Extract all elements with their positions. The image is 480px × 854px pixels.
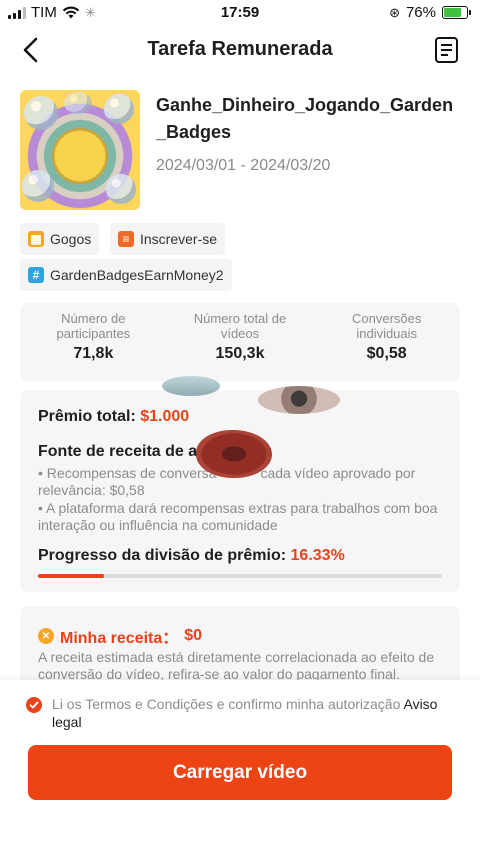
campaign-dates: 2024/03/01 - 2024/03/20 xyxy=(156,157,331,174)
prize-total-value: $1.000 xyxy=(140,408,190,425)
eye-sticker-left xyxy=(162,376,220,396)
progress-title: Progresso da divisão de prêmio: 16.33% xyxy=(38,547,345,565)
document-icon xyxy=(435,37,458,63)
prize-total: Prêmio total: $1.000 xyxy=(38,408,189,426)
prize-total-label: Prêmio total: xyxy=(38,408,136,425)
document-button[interactable] xyxy=(434,36,460,64)
orientation-lock-icon: ⊛ xyxy=(389,4,400,20)
checkbox-checked-icon[interactable] xyxy=(26,697,42,713)
page-title: Tarefa Remunerada xyxy=(147,38,333,60)
stat-label: Número total de vídeos xyxy=(193,311,287,341)
coin-icon: ✕ xyxy=(38,628,54,644)
my-income-description: A receita estimada está diretamente corr… xyxy=(38,649,435,682)
campaign-thumbnail xyxy=(20,90,140,210)
terms-row[interactable]: Li os Termos e Condições e confirmo minh… xyxy=(26,695,456,731)
my-income-label: Minha receita： xyxy=(60,630,179,647)
stat-value: $0,58 xyxy=(366,345,407,362)
hash-icon: # xyxy=(28,267,44,283)
status-right: ⊛ 76% xyxy=(389,4,471,21)
income-source-title-text: Fonte de receita de a xyxy=(38,443,198,460)
progress-value: 16.33% xyxy=(290,547,345,564)
progress-label: Progresso da divisão de prêmio: xyxy=(38,547,287,564)
bottom-action-panel: Li os Termos e Condições e confirmo minh… xyxy=(0,680,480,854)
tag-label: Gogos xyxy=(50,231,92,247)
campaign-info: Ganhe_Dinheiro_Jogando_Garden_Badges 202… xyxy=(20,90,460,210)
progress-bar-fill xyxy=(38,574,104,578)
bullet-item: • A plataforma dará recompensas extras p… xyxy=(38,500,438,533)
stat-label: Número de participantes xyxy=(56,311,131,341)
list-icon: ≡ xyxy=(118,231,134,247)
grid-icon: ▦ xyxy=(28,231,44,247)
stat-value: 71,8k xyxy=(73,345,114,362)
progress-bar xyxy=(38,574,442,578)
upload-video-button[interactable]: Carregar vídeo xyxy=(28,745,452,800)
tag-subscribe[interactable]: ≡ Inscrever-se xyxy=(110,223,226,255)
stat-value: 150,3k xyxy=(215,345,265,362)
stat-conversions: Conversões individuais $0,58 xyxy=(313,303,460,381)
battery-icon xyxy=(442,6,471,19)
eye-sticker-right xyxy=(258,386,340,414)
my-income-header: ✕ Minha receita： $0 xyxy=(38,624,202,648)
status-bar: TIM ✳ 17:59 ⊛ 76% xyxy=(0,0,480,26)
bullet-text: • Recompensas de conversã xyxy=(38,465,217,481)
my-income-value: $0 xyxy=(184,627,203,644)
prize-card: Prêmio total: $1.000 Fonte de receita de… xyxy=(20,390,460,592)
terms-label: Li os Termos e Condições e confirmo minh… xyxy=(52,696,401,712)
battery-percent: 76% xyxy=(405,4,436,21)
campaign-title: Ganhe_Dinheiro_Jogando_Garden_Badges xyxy=(156,95,454,142)
stat-label: Conversões individuais xyxy=(351,311,422,341)
app-header: Tarefa Remunerada xyxy=(0,28,480,72)
stats-panel: Número de participantes 71,8k Número tot… xyxy=(20,303,460,381)
stat-videos: Número total de vídeos 150,3k xyxy=(167,303,314,381)
tag-label: GardenBadgesEarnMoney2 xyxy=(50,267,224,283)
tag-gogos[interactable]: ▦ Gogos xyxy=(20,223,100,255)
tag-hashtag[interactable]: # GardenBadgesEarnMoney2 xyxy=(20,259,232,291)
lips-sticker xyxy=(196,430,272,478)
terms-text: Li os Termos e Condições e confirmo minh… xyxy=(52,695,456,731)
stat-participants: Número de participantes 71,8k xyxy=(20,303,167,381)
tag-label: Inscrever-se xyxy=(140,231,218,247)
